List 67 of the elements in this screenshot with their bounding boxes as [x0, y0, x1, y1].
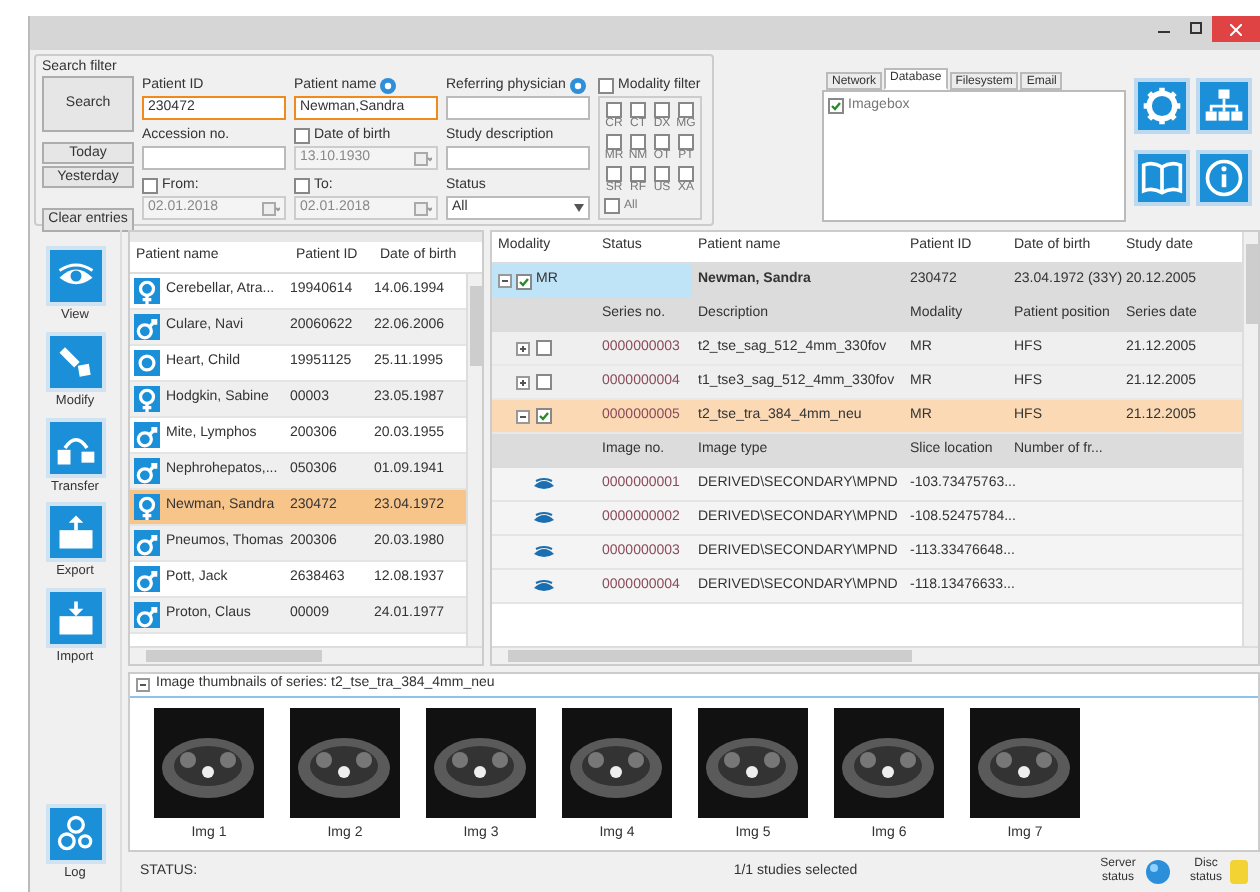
caret-icon: [574, 204, 584, 212]
checkbox[interactable]: [516, 273, 532, 289]
checkbox[interactable]: [606, 134, 622, 150]
mri-scan-image: [154, 708, 264, 818]
action-button[interactable]: [45, 246, 105, 306]
close-button[interactable]: [1212, 16, 1260, 42]
eye-icon[interactable]: [534, 478, 554, 490]
checkbox[interactable]: [678, 134, 694, 150]
expand-toggle-icon[interactable]: [516, 341, 530, 355]
checkbox[interactable]: [678, 166, 694, 182]
scrollbar[interactable]: [466, 274, 482, 646]
calendar-icon[interactable]: [414, 201, 432, 215]
calendar-icon[interactable]: [414, 151, 432, 165]
checkbox[interactable]: [630, 166, 646, 182]
toolbar-button[interactable]: [1134, 78, 1190, 134]
checkbox[interactable]: [654, 166, 670, 182]
checkbox[interactable]: [294, 178, 310, 194]
checkbox[interactable]: [598, 78, 614, 94]
eye-icon[interactable]: [534, 580, 554, 592]
checkbox[interactable]: [654, 102, 670, 118]
maximize-icon: [1190, 22, 1202, 34]
checkbox[interactable]: [828, 98, 844, 115]
checkbox[interactable]: [536, 340, 552, 356]
action-button[interactable]: [45, 588, 105, 648]
expand-toggle-icon[interactable]: [498, 274, 512, 288]
checkbox[interactable]: [142, 178, 158, 194]
expand-toggle-icon[interactable]: [516, 409, 530, 423]
toolbar-button[interactable]: [1196, 149, 1252, 205]
close-icon: [1230, 23, 1242, 35]
text-field[interactable]: [446, 96, 590, 120]
text-field[interactable]: [142, 146, 286, 170]
checkbox[interactable]: [678, 102, 694, 118]
checkbox[interactable]: [630, 134, 646, 150]
expand-toggle-icon[interactable]: [516, 375, 530, 389]
checkbox[interactable]: [604, 198, 620, 214]
checkbox[interactable]: [294, 128, 310, 144]
expand-toggle-icon[interactable]: [136, 678, 150, 692]
scrollbar[interactable]: [492, 646, 1258, 664]
mri-scan-image: [562, 708, 672, 818]
checkbox[interactable]: [536, 408, 552, 424]
action-button[interactable]: [45, 502, 105, 563]
help-icon[interactable]: [380, 78, 397, 94]
gear-icon: [1140, 84, 1184, 128]
checkbox[interactable]: [630, 102, 646, 118]
toolbar-button[interactable]: [1196, 78, 1252, 134]
mri-scan-image: [290, 708, 400, 818]
scrollbar[interactable]: [1242, 232, 1258, 646]
mri-scan-image: [834, 708, 944, 818]
checkbox[interactable]: [654, 134, 670, 150]
info-icon: [1202, 155, 1246, 199]
scrollbar[interactable]: [130, 646, 482, 664]
text-field[interactable]: [446, 146, 590, 170]
action-button[interactable]: [45, 417, 105, 477]
help-icon[interactable]: [569, 78, 586, 94]
checkbox[interactable]: [536, 374, 552, 390]
mri-scan-image: [970, 708, 1080, 818]
mri-scan-image: [426, 708, 536, 818]
action-button[interactable]: [45, 804, 105, 865]
mri-scan-image: [698, 708, 808, 818]
calendar-icon[interactable]: [262, 201, 280, 215]
eye-icon[interactable]: [534, 546, 554, 558]
globe-icon: [1146, 860, 1170, 884]
action-button[interactable]: [45, 331, 105, 392]
eye-icon[interactable]: [534, 512, 554, 524]
checkbox[interactable]: [606, 102, 622, 118]
checkbox[interactable]: [606, 166, 622, 182]
toolbar-button[interactable]: [1134, 149, 1190, 205]
